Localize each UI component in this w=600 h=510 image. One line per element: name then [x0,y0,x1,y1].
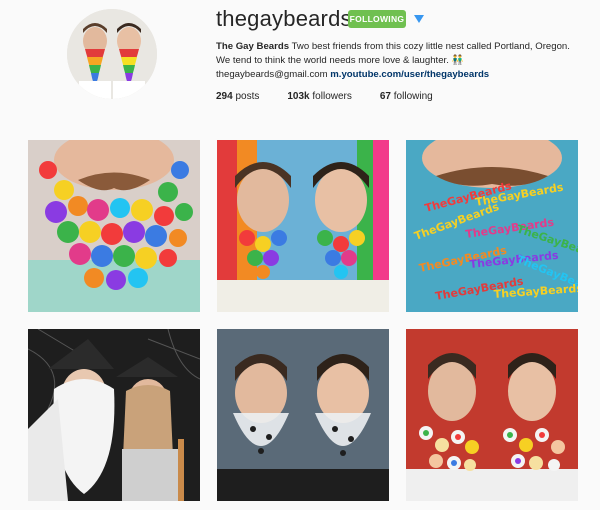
following-label: following [393,91,433,102]
following-button[interactable]: FOLLOWING [348,10,406,28]
profile-header: thegaybeards FOLLOWING The Gay Beards Tw… [0,0,600,125]
following-count: 67 [379,91,391,102]
profile-website-link[interactable]: m.youtube.com/user/thegaybeards [330,69,489,80]
profile-username: thegaybeards [216,6,352,31]
post-thumbnail-wizard-costumes[interactable] [28,329,200,501]
profile-stats: 294 posts 103k followers 67 following [216,91,461,102]
posts-label: posts [235,91,260,102]
followers-stat[interactable]: 103k followers [287,91,352,102]
profile-bio: The Gay Beards Two best friends from thi… [216,40,576,82]
profile-email: thegaybeards@gmail.com [216,69,328,80]
post-thumbnail-rainbow-pompom-beard[interactable] [28,140,200,312]
post-thumbnail-two-men-pompom-beards[interactable] [217,140,389,312]
chevron-down-icon[interactable] [412,12,426,26]
posts-count: 294 [216,91,233,102]
following-stat[interactable]: 67 following [380,91,433,102]
posts-stat: 294 posts [216,91,259,102]
post-thumbnail-gaybeards-letters-beard[interactable]: TheGayBeards TheGayBeards TheGayBeards T… [406,140,578,312]
profile-display-name: The Gay Beards [216,41,290,52]
followers-count: 103k [287,91,310,102]
post-thumbnail-candy-eyeball-beards[interactable] [406,329,578,501]
profile-avatar[interactable] [67,9,157,99]
followers-label: followers [312,91,352,102]
post-thumbnail-spiderweb-beards[interactable] [217,329,389,501]
